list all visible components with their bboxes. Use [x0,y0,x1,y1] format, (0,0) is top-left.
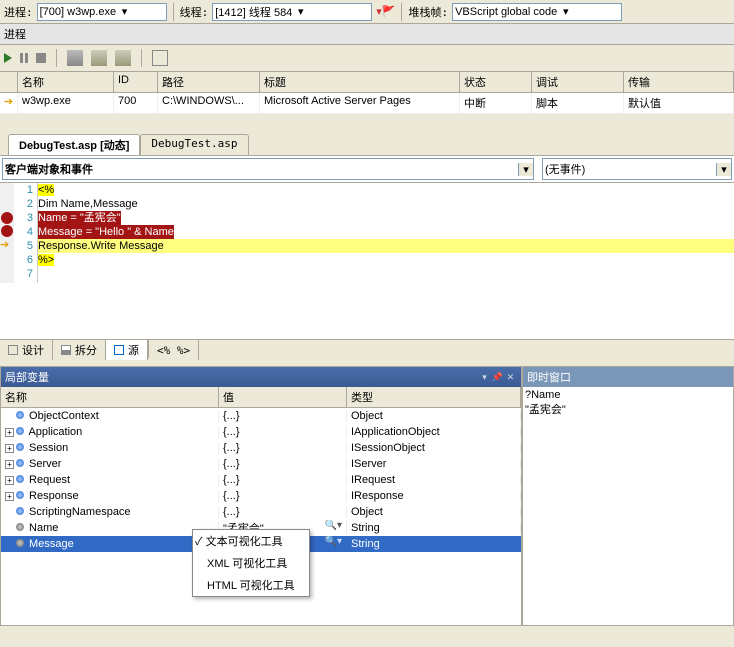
expand-icon[interactable]: + [5,460,14,469]
immediate-title-bar[interactable]: 即时窗口 [523,367,733,387]
immediate-body[interactable]: ?Name "孟宪会" [523,387,733,625]
processes-toolbar [0,45,734,72]
thread-label: 线程: [180,4,209,20]
object-icon [16,443,24,451]
col-transport[interactable]: 传输 [624,72,734,92]
locals-row[interactable]: + Response{...}IResponse [1,488,521,504]
chevron-down-icon[interactable]: ▾ [518,163,533,176]
col-value[interactable]: 值 [219,387,347,407]
expand-icon[interactable]: + [5,476,14,485]
object-combo[interactable]: ▾ [2,158,534,180]
process-row[interactable]: ➔ w3wp.exe 700 C:\WINDOWS\... Microsoft … [0,93,734,114]
tab-static[interactable]: DebugTest.asp [140,134,248,155]
visualizer-menu[interactable]: 文本可视化工具XML 可视化工具HTML 可视化工具 [192,529,310,597]
current-line-icon: ➔ [0,238,14,252]
flag-icon[interactable]: ▾🚩 [376,5,395,18]
object-icon [16,411,24,419]
locals-row[interactable]: ScriptingNamespace{...}Object [1,504,521,520]
event-combo[interactable]: (无事件) ▾ [542,158,732,180]
expand-icon[interactable]: + [5,492,14,501]
document-tabs: DebugTest.asp [动态] DebugTest.asp [0,132,734,156]
tab-dynamic[interactable]: DebugTest.asp [动态] [8,134,140,155]
source-tab[interactable]: 源 [106,340,148,360]
col-id[interactable]: ID [114,72,158,92]
breakpoint-icon[interactable] [1,225,13,237]
object-combo-input[interactable] [3,161,518,177]
code-content[interactable]: <% Dim Name,Message Name = "孟宪会" Message… [38,183,734,283]
object-icon [16,427,24,435]
split-tab[interactable]: 拆分 [53,340,106,360]
step-icon[interactable] [91,50,107,66]
col-path[interactable]: 路径 [158,72,260,92]
line-numbers: 1234567 [14,183,38,283]
stackframe-label: 堆栈帧: [408,4,448,20]
col-name[interactable]: 名称 [1,387,219,407]
detach-icon[interactable] [67,50,83,66]
object-icon [16,491,24,499]
continue-button[interactable] [4,53,12,63]
locals-title-bar[interactable]: 局部变量 ▾ 📌 ✕ [1,367,521,387]
design-tab[interactable]: 设计 [0,340,53,360]
expand-icon[interactable]: + [5,444,14,453]
thread-combo[interactable]: [1412] 线程 584 ▾ [212,3,372,21]
object-selector-bar: ▾ (无事件) ▾ [0,156,734,183]
processes-panel-title: 进程 [0,24,734,45]
expand-icon[interactable]: + [5,428,14,437]
visualizer-menu-item[interactable]: 文本可视化工具 [193,530,309,552]
breakpoint-icon[interactable] [1,212,13,224]
locals-row[interactable]: ObjectContext{...}Object [1,408,521,424]
process-label: 进程: [4,4,33,20]
stop-button[interactable] [36,53,46,63]
editor-view-tabs: 设计 拆分 源 <% %> [0,339,734,360]
chevron-down-icon[interactable]: ▾ [118,5,131,18]
magnifier-icon[interactable]: 🔍▾ [325,520,342,536]
process-combo[interactable]: [700] w3wp.exe ▾ [37,3,167,21]
pin-icon[interactable]: 📌 [491,372,504,383]
chevron-down-icon[interactable]: ▾ [716,163,731,176]
stackframe-combo[interactable]: VBScript global code ▾ [452,3,622,21]
object-icon [16,459,24,467]
col-state[interactable]: 状态 [460,72,532,92]
debug-toolbar: 进程: [700] w3wp.exe ▾ 线程: [1412] 线程 584 ▾… [0,0,734,24]
col-type[interactable]: 类型 [347,387,521,407]
object-icon [16,507,24,515]
visualizer-menu-item[interactable]: HTML 可视化工具 [193,574,309,596]
dropdown-icon[interactable]: ▾ [478,372,491,383]
restart-icon[interactable] [115,50,131,66]
variable-icon [16,523,24,531]
chevron-down-icon[interactable]: ▾ [559,5,572,18]
immediate-panel: 即时窗口 ?Name "孟宪会" [522,366,734,626]
locals-header: 名称 值 类型 [1,387,521,408]
col-title[interactable]: 标题 [260,72,460,92]
current-arrow-icon: ➔ [0,93,18,113]
close-icon[interactable]: ✕ [504,372,517,383]
processes-header: 名称 ID 路径 标题 状态 调试 传输 [0,72,734,93]
magnifier-icon[interactable]: 🔍▾ [325,536,342,552]
col-name[interactable]: 名称 [18,72,114,92]
col-debug[interactable]: 调试 [532,72,624,92]
asp-block-tab[interactable]: <% %> [149,340,199,360]
breakpoint-margin[interactable]: ➔ [0,183,14,283]
attach-icon[interactable] [152,50,168,66]
locals-row[interactable]: + Application{...}IApplicationObject [1,424,521,440]
code-editor[interactable]: ➔ 1234567 <% Dim Name,Message Name = "孟宪… [0,183,734,283]
locals-row[interactable]: + Server{...}IServer [1,456,521,472]
pause-button[interactable] [20,53,28,63]
locals-row[interactable]: + Session{...}ISessionObject [1,440,521,456]
locals-row[interactable]: + Request{...}IRequest [1,472,521,488]
chevron-down-icon[interactable]: ▾ [294,5,307,18]
object-icon [16,475,24,483]
visualizer-menu-item[interactable]: XML 可视化工具 [193,552,309,574]
variable-icon [16,539,24,547]
